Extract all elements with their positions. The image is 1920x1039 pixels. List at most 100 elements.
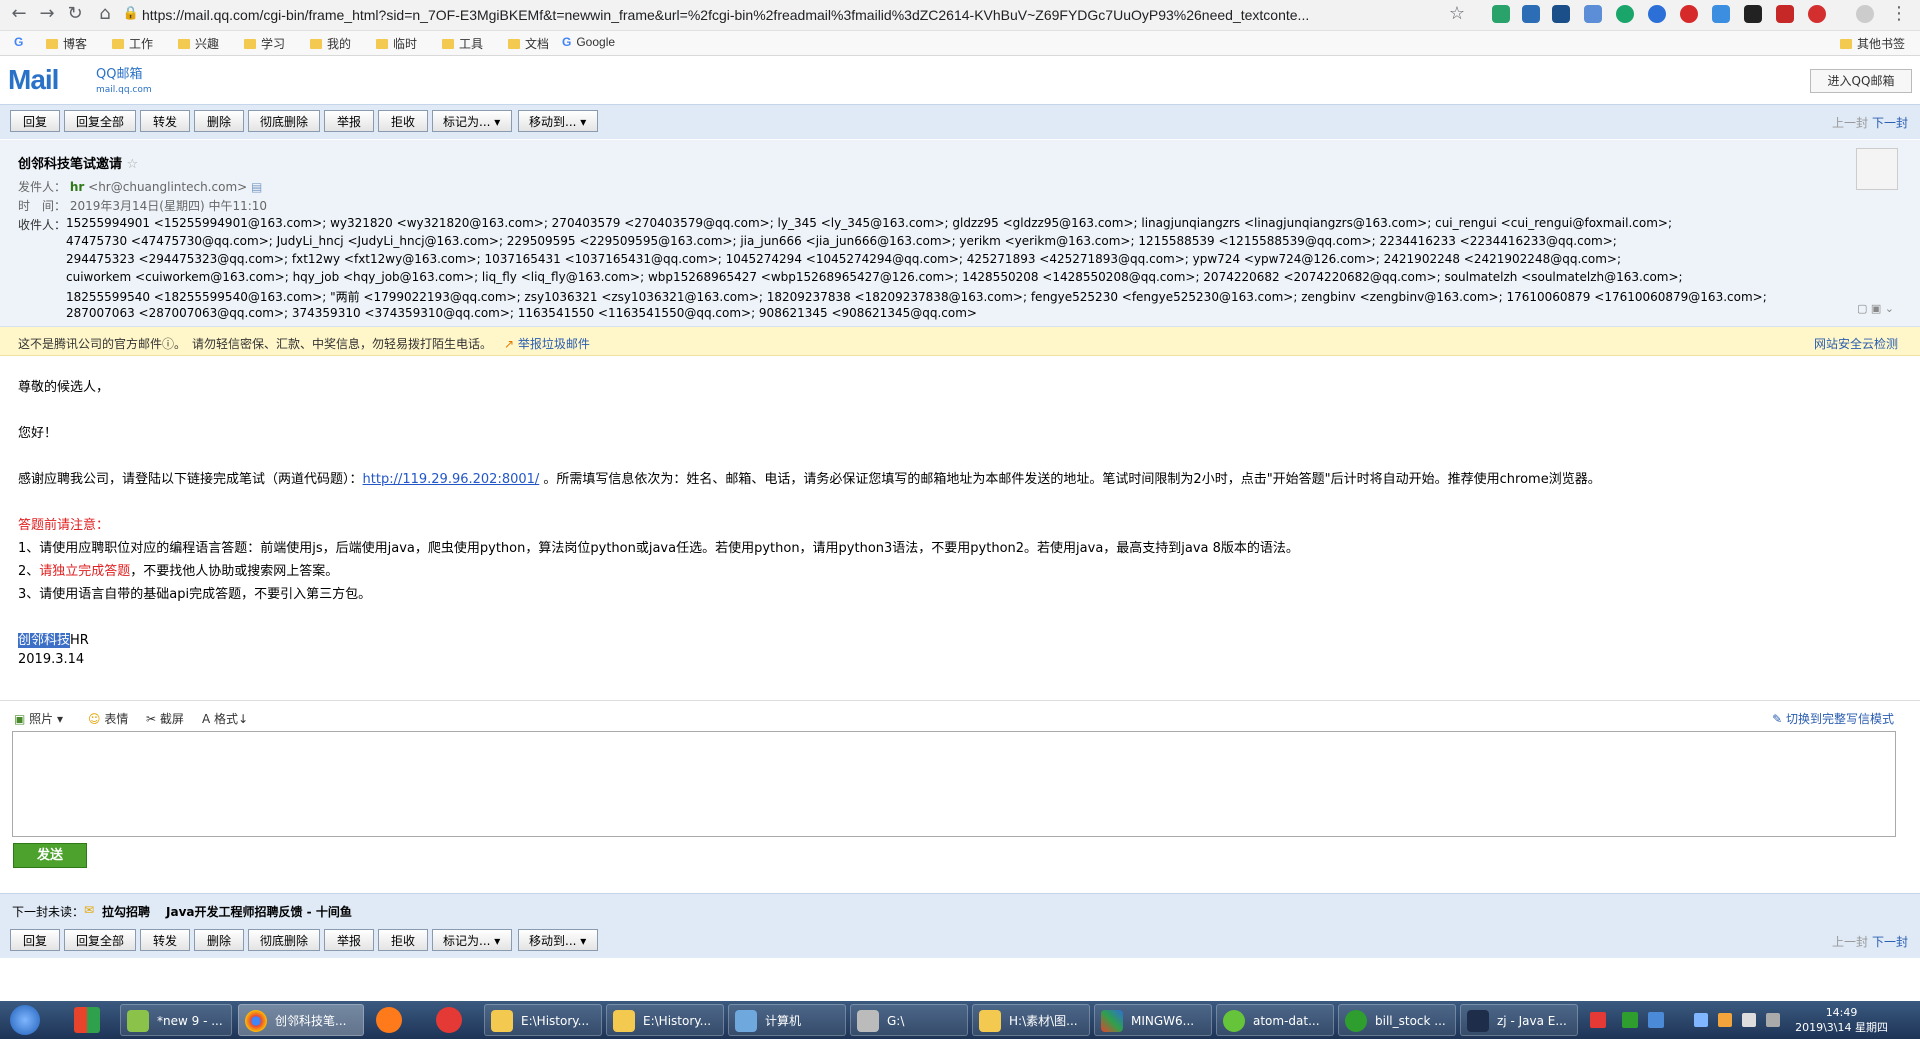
view-options-icon[interactable]: ▢ ▣ ⌄ (1857, 302, 1894, 315)
star-icon[interactable]: ☆ (1444, 2, 1470, 26)
address-bar[interactable]: https://mail.qq.com/cgi-bin/frame_html?s… (142, 4, 1432, 26)
tray-icon[interactable] (1622, 1012, 1638, 1028)
sender-avatar[interactable] (1856, 148, 1898, 190)
quick-reply-textarea[interactable] (12, 731, 1896, 837)
reload-icon[interactable]: ↻ (62, 2, 88, 26)
tray-icon[interactable] (1694, 1013, 1708, 1027)
bookmark-item[interactable]: 我的 (310, 35, 351, 52)
volume-icon[interactable] (1742, 1013, 1756, 1027)
extension-icon[interactable] (1776, 5, 1794, 23)
taskbar-item[interactable]: MINGW6... (1094, 1004, 1212, 1036)
adblock-icon[interactable] (1680, 5, 1698, 23)
delete-button[interactable]: 删除 (194, 929, 244, 951)
extension-icon[interactable] (1648, 5, 1666, 23)
bookmark-item[interactable]: 工作 (112, 35, 153, 52)
tray-icon[interactable] (1718, 1013, 1732, 1027)
bookmark-item[interactable]: 兴趣 (178, 35, 219, 52)
reply-button[interactable]: 回复 (10, 110, 60, 132)
enter-qq-mail-button[interactable]: 进入QQ邮箱 (1810, 69, 1912, 93)
prev-mail-link[interactable]: 上一封 (1832, 114, 1868, 131)
google-apps-icon[interactable]: G (14, 35, 23, 49)
emoji-button[interactable]: ☺ 表情 (88, 710, 128, 727)
recipients-line[interactable]: 47475730 <47475730@qq.com>; JudyLi_hncj … (66, 234, 1617, 248)
star-icon[interactable]: ☆ (127, 157, 139, 172)
taskbar-item[interactable]: H:\素材\图... (972, 1004, 1090, 1036)
reject-button[interactable]: 拒收 (378, 929, 428, 951)
contact-card-icon[interactable]: ▤ (251, 180, 262, 194)
taskbar-item[interactable]: atom-dat... (1216, 1004, 1334, 1036)
taskbar-item[interactable]: G:\ (850, 1004, 968, 1036)
recipients-line[interactable]: 18255599540 <18255599540@163.com>; "两前 <… (66, 288, 1767, 305)
report-button[interactable]: 举报 (324, 110, 374, 132)
pinned-app-icon[interactable] (74, 1007, 100, 1033)
network-icon[interactable] (1766, 1013, 1780, 1027)
qq-mail-logo[interactable]: Mail (8, 64, 59, 96)
recipients-line[interactable]: 287007063 <287007063@qq.com>; 374359310 … (66, 306, 977, 320)
other-bookmarks[interactable]: 其他书签 (1840, 35, 1905, 52)
menu-icon[interactable]: ⋮ (1886, 2, 1912, 26)
reply-all-button[interactable]: 回复全部 (64, 110, 136, 132)
taskbar-item[interactable]: E:\History... (484, 1004, 602, 1036)
mark-as-dropdown[interactable]: 标记为... ▾ (432, 110, 512, 132)
prev-mail-link[interactable]: 上一封 (1832, 933, 1868, 950)
next-unread-subject[interactable]: Java开发工程师招聘反馈 - 十间鱼 (166, 903, 352, 920)
extension-icon[interactable] (1808, 5, 1826, 23)
next-mail-link[interactable]: 下一封 (1872, 933, 1908, 950)
delete-button[interactable]: 删除 (194, 110, 244, 132)
send-button[interactable]: 发送 (13, 843, 87, 868)
bookmark-item[interactable]: 学习 (244, 35, 285, 52)
format-button[interactable]: A 格式↓ (202, 710, 248, 727)
taskbar-item-active[interactable]: 创邻科技笔... (238, 1004, 364, 1036)
delete-permanent-button[interactable]: 彻底删除 (248, 929, 320, 951)
next-unread-sender[interactable]: 拉勾招聘 (102, 903, 150, 920)
recipients-line[interactable]: 15255994901 <15255994901@163.com>; wy321… (66, 216, 1672, 230)
back-icon[interactable]: ← (6, 2, 32, 26)
report-spam-link[interactable]: ↗ 举报垃圾邮件 (504, 335, 590, 352)
bookmark-item[interactable]: 工具 (442, 35, 483, 52)
home-icon[interactable]: ⌂ (92, 2, 118, 26)
sender-email[interactable]: <hr@chuanglintech.com> (88, 180, 247, 194)
tray-icon[interactable] (1648, 1012, 1664, 1028)
taskbar-item[interactable]: *new 9 - ... (120, 1004, 232, 1036)
reply-button[interactable]: 回复 (10, 929, 60, 951)
switch-full-compose-link[interactable]: ✎ 切换到完整写信模式 (1772, 710, 1894, 727)
extension-icon[interactable] (1616, 5, 1634, 23)
forward-button[interactable]: 转发 (140, 929, 190, 951)
extension-icon[interactable] (1744, 5, 1762, 23)
screenshot-button[interactable]: ✂ 截屏 (146, 710, 184, 727)
recipients-line[interactable]: cuiworkem <cuiworkem@163.com>; hqy_job <… (66, 270, 1683, 284)
forward-button[interactable]: 转发 (140, 110, 190, 132)
reject-button[interactable]: 拒收 (378, 110, 428, 132)
move-to-dropdown[interactable]: 移动到... ▾ (518, 929, 598, 951)
profile-icon[interactable] (1856, 5, 1874, 23)
taskbar-item[interactable]: E:\History... (606, 1004, 724, 1036)
exam-link[interactable]: http://119.29.96.202:8001/ (363, 472, 540, 487)
extension-icon[interactable] (1522, 5, 1540, 23)
delete-permanent-button[interactable]: 彻底删除 (248, 110, 320, 132)
extension-icon[interactable] (1492, 5, 1510, 23)
taskbar-item[interactable]: bill_stock ... (1338, 1004, 1456, 1036)
extension-icon[interactable] (1552, 5, 1570, 23)
move-to-dropdown[interactable]: 移动到... ▾ (518, 110, 598, 132)
start-button-icon[interactable] (10, 1005, 40, 1035)
security-check-link[interactable]: 网站安全云检测 (1814, 335, 1898, 352)
tray-icon[interactable] (1590, 1012, 1606, 1028)
firefox-icon[interactable] (376, 1007, 402, 1033)
report-button[interactable]: 举报 (324, 929, 374, 951)
system-clock[interactable]: 14:49 2019\3\14 星期四 (1795, 1005, 1888, 1035)
next-mail-link[interactable]: 下一封 (1872, 114, 1908, 131)
bookmark-item[interactable]: 博客 (46, 35, 87, 52)
extension-icon[interactable] (1584, 5, 1602, 23)
bookmark-item[interactable]: 临时 (376, 35, 417, 52)
reply-all-button[interactable]: 回复全部 (64, 929, 136, 951)
taskbar-item[interactable]: 计算机 (728, 1004, 846, 1036)
photo-button[interactable]: ▣ 照片 ▾ (14, 710, 63, 727)
sender-name[interactable]: hr (70, 180, 84, 194)
extension-icon[interactable] (1712, 5, 1730, 23)
mark-as-dropdown[interactable]: 标记为... ▾ (432, 929, 512, 951)
netease-music-icon[interactable] (436, 1007, 462, 1033)
taskbar-item[interactable]: zj - Java E... (1460, 1004, 1578, 1036)
bookmark-google[interactable]: G Google (562, 35, 615, 49)
recipients-line[interactable]: 294475323 <294475323@qq.com>; fxt12wy <f… (66, 252, 1621, 266)
bookmark-item[interactable]: 文档 (508, 35, 549, 52)
